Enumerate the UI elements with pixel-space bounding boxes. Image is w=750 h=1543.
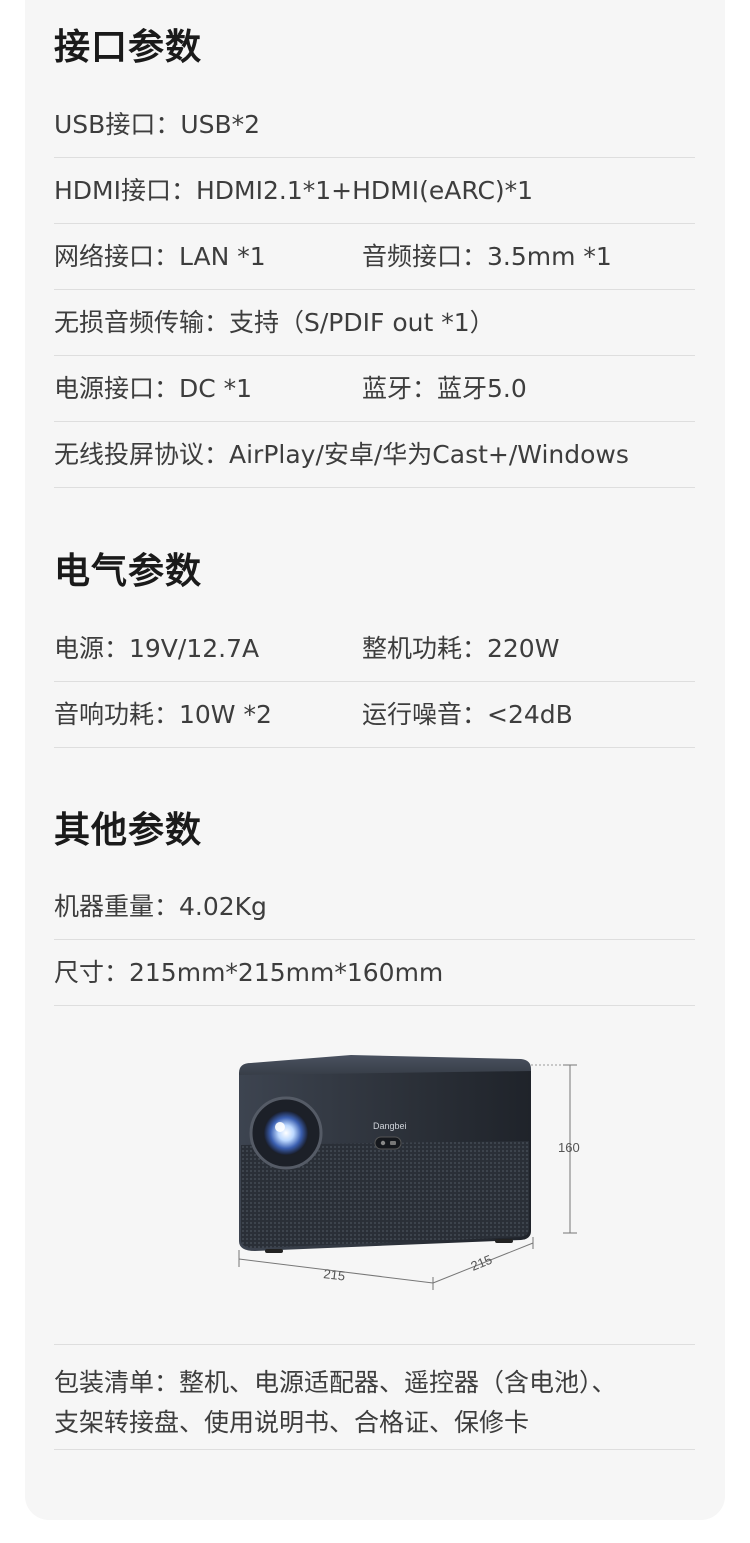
spec-power-port: 电源接口：DC *1 bbox=[54, 374, 253, 403]
spec-bluetooth: 蓝牙：蓝牙5.0 bbox=[362, 374, 527, 403]
section-title-electrical: 电气参数 bbox=[54, 551, 203, 592]
spec-noise: 运行噪音：<24dB bbox=[362, 700, 573, 729]
spec-usb: USB接口：USB*2 bbox=[54, 110, 261, 139]
section-title-other: 其他参数 bbox=[54, 810, 203, 851]
spec-lossless-audio: 无损音频传输：支持（S/PDIF out *1） bbox=[54, 308, 495, 337]
spec-row: 无线投屏协议：AirPlay/安卓/华为Cast+/Windows bbox=[54, 422, 695, 488]
spec-row: 电源接口：DC *1 蓝牙：蓝牙5.0 bbox=[54, 356, 695, 422]
spec-hdmi: HDMI接口：HDMI2.1*1+HDMI(eARC)*1 bbox=[54, 176, 534, 205]
spec-audio-port: 音频接口：3.5mm *1 bbox=[362, 242, 612, 271]
spec-weight: 机器重量：4.02Kg bbox=[54, 892, 267, 921]
package-list-line-1: 包装清单：整机、电源适配器、遥控器（含电池）、 bbox=[54, 1368, 617, 1397]
spec-row: 音响功耗：10W *2 运行噪音：<24dB bbox=[54, 682, 695, 748]
package-list-line-2: 支架转接盘、使用说明书、合格证、保修卡 bbox=[54, 1408, 530, 1437]
spec-network: 网络接口：LAN *1 bbox=[54, 242, 266, 271]
height-label: 160 bbox=[558, 1140, 580, 1155]
spec-row: 电源：19V/12.7A 整机功耗：220W bbox=[54, 616, 695, 682]
spec-dimensions: 尺寸：215mm*215mm*160mm bbox=[54, 958, 444, 987]
brand-text: Dangbei bbox=[373, 1121, 407, 1131]
spec-row: 无损音频传输：支持（S/PDIF out *1） bbox=[54, 290, 695, 356]
spec-power-consumption: 整机功耗：220W bbox=[362, 634, 560, 663]
depth-label: 215 bbox=[469, 1252, 495, 1274]
spec-speaker-power: 音响功耗：10W *2 bbox=[54, 700, 272, 729]
spec-row: 机器重量：4.02Kg bbox=[54, 874, 695, 940]
section-title-interface: 接口参数 bbox=[54, 27, 203, 68]
spec-row: USB接口：USB*2 bbox=[54, 92, 695, 158]
spec-row: 网络接口：LAN *1 音频接口：3.5mm *1 bbox=[54, 224, 695, 290]
package-list: 包装清单：整机、电源适配器、遥控器（含电池）、 支架转接盘、使用说明书、合格证、… bbox=[54, 1344, 695, 1450]
spec-screen-cast: 无线投屏协议：AirPlay/安卓/华为Cast+/Windows bbox=[54, 440, 629, 469]
spec-row: 尺寸：215mm*215mm*160mm bbox=[54, 940, 695, 1006]
projector-image: 160 Dangbei 215 215 bbox=[238, 1055, 580, 1290]
spec-power-supply: 电源：19V/12.7A bbox=[54, 634, 260, 663]
width-label: 215 bbox=[323, 1266, 346, 1284]
spec-row: HDMI接口：HDMI2.1*1+HDMI(eARC)*1 bbox=[54, 158, 695, 224]
